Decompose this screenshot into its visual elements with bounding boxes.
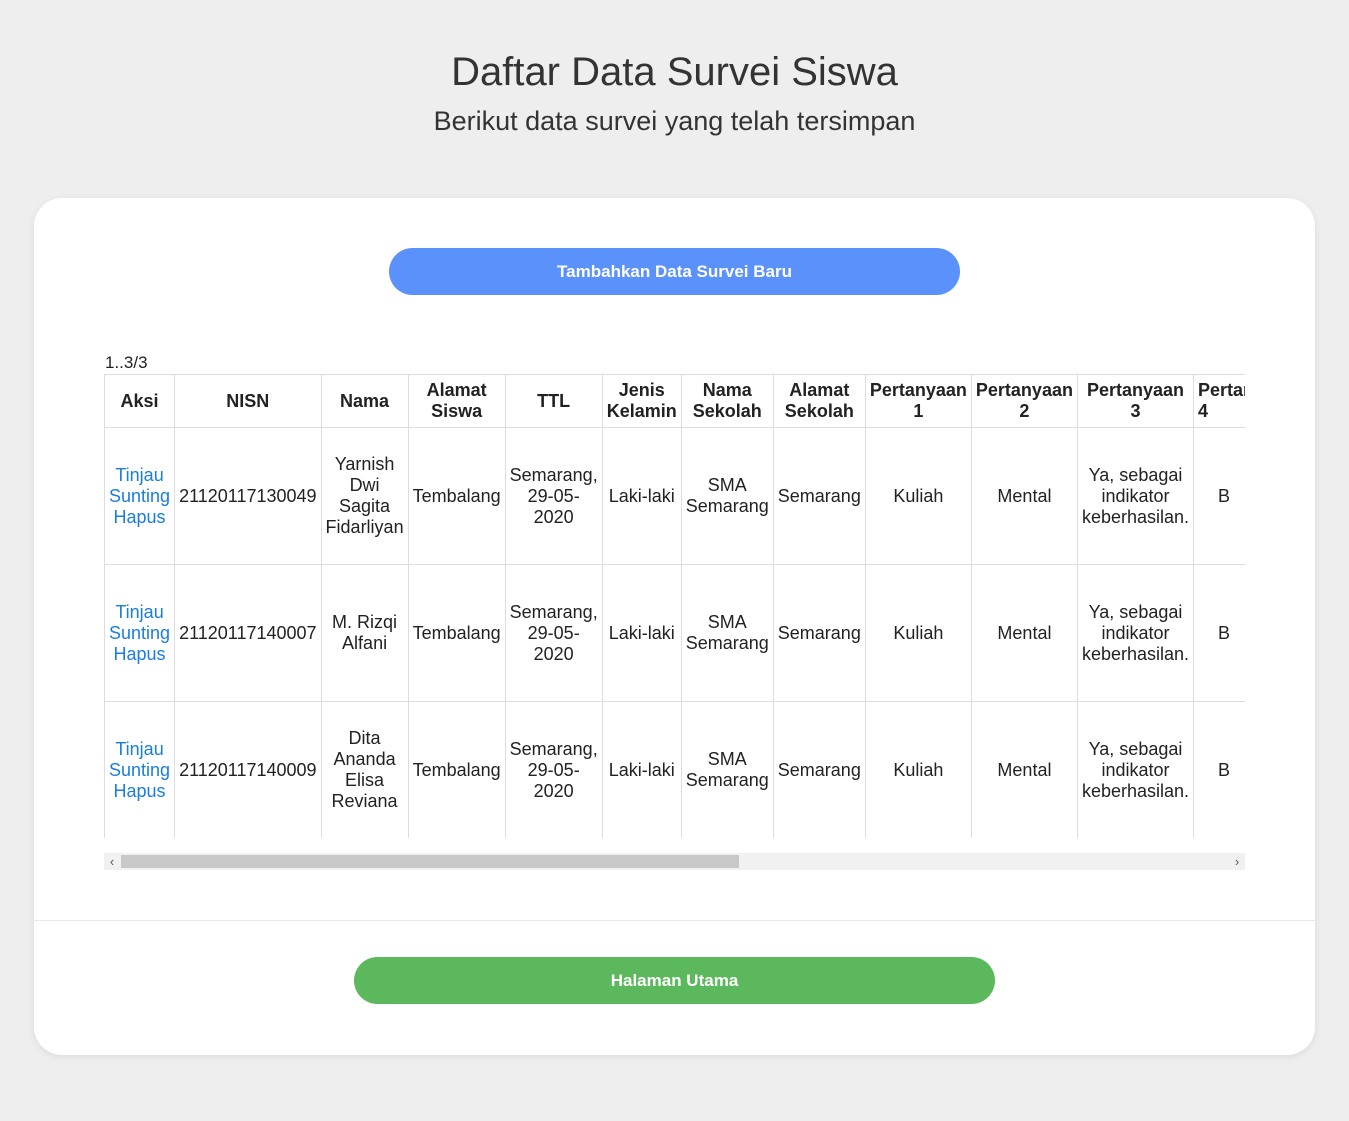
survey-table: Aksi NISN Nama Alamat Siswa TTL Jenis Ke… xyxy=(104,374,1245,838)
add-survey-button[interactable]: Tambahkan Data Survei Baru xyxy=(389,248,960,295)
nama-sekolah-cell: SMA Semarang xyxy=(680,427,774,565)
alamat-siswa-cell: Tembalang xyxy=(407,427,506,565)
column-header-pertanyaan-4: Pertanyaan 4 xyxy=(1193,374,1245,428)
alamat-sekolah-cell: Semarang xyxy=(772,564,866,702)
nisn-cell: 21120117130049 xyxy=(174,427,322,565)
edit-link[interactable]: Sunting xyxy=(109,760,170,781)
jenis-kelamin-cell: Laki-laki xyxy=(601,701,682,838)
delete-link[interactable]: Hapus xyxy=(109,644,170,665)
scrollbar-thumb[interactable] xyxy=(121,855,739,868)
column-header-nama: Nama xyxy=(320,374,409,428)
action-cell: Tinjau Sunting Hapus xyxy=(104,701,176,838)
pertanyaan-4-cell: B xyxy=(1193,427,1245,565)
page-subtitle: Berikut data survei yang telah tersimpan xyxy=(433,106,916,136)
table-row: Tinjau Sunting Hapus 21120117140009 Dita… xyxy=(104,701,1245,838)
table-scroll-container[interactable]: Aksi NISN Nama Alamat Siswa TTL Jenis Ke… xyxy=(104,374,1245,838)
ttl-cell: Semarang, 29-05-2020 xyxy=(504,701,603,838)
table-header-row: Aksi NISN Nama Alamat Siswa TTL Jenis Ke… xyxy=(104,374,1245,428)
pertanyaan-1-cell: Kuliah xyxy=(864,427,972,565)
delete-link[interactable]: Hapus xyxy=(109,781,170,802)
pertanyaan-3-cell: Ya, sebagai indikator keberhasilan. xyxy=(1076,701,1195,838)
edit-link[interactable]: Sunting xyxy=(109,623,170,644)
alamat-sekolah-cell: Semarang xyxy=(772,701,866,838)
pertanyaan-1-cell: Kuliah xyxy=(864,564,972,702)
action-cell: Tinjau Sunting Hapus xyxy=(104,564,176,702)
table-row: Tinjau Sunting Hapus 21120117140007 M. R… xyxy=(104,564,1245,702)
pertanyaan-2-cell: Mental xyxy=(970,701,1078,838)
page-title: Daftar Data Survei Siswa xyxy=(451,50,898,94)
nisn-cell: 21120117140007 xyxy=(174,564,322,702)
jenis-kelamin-cell: Laki-laki xyxy=(601,564,682,702)
pertanyaan-1-cell: Kuliah xyxy=(864,701,972,838)
view-link[interactable]: Tinjau xyxy=(109,739,170,760)
pertanyaan-2-cell: Mental xyxy=(970,427,1078,565)
record-counter: 1..3/3 xyxy=(105,353,148,372)
column-header-pertanyaan-2: Pertanyaan 2 xyxy=(970,374,1078,428)
action-cell: Tinjau Sunting Hapus xyxy=(104,427,176,565)
pertanyaan-3-cell: Ya, sebagai indikator keberhasilan. xyxy=(1076,427,1195,565)
column-header-pertanyaan-3: Pertanyaan 3 xyxy=(1076,374,1195,428)
nisn-cell: 21120117140009 xyxy=(174,701,322,838)
alamat-siswa-cell: Tembalang xyxy=(407,564,506,702)
pertanyaan-2-cell: Mental xyxy=(970,564,1078,702)
chevron-left-icon[interactable]: ‹ xyxy=(104,853,120,870)
pertanyaan-4-cell: B xyxy=(1193,701,1245,838)
nama-cell: M. Rizqi Alfani xyxy=(320,564,409,702)
column-header-pertanyaan-1: Pertanyaan 1 xyxy=(864,374,972,428)
survey-card: Tambahkan Data Survei Baru 1..3/3 Aksi N… xyxy=(34,198,1315,1055)
nama-cell: Yarnish Dwi Sagita Fidarliyan xyxy=(320,427,409,565)
column-header-nisn: NISN xyxy=(174,374,322,428)
column-header-jenis-kelamin: Jenis Kelamin xyxy=(601,374,682,428)
chevron-right-icon[interactable]: › xyxy=(1229,853,1245,870)
nama-cell: Dita Ananda Elisa Reviana xyxy=(320,701,409,838)
column-header-ttl: TTL xyxy=(504,374,603,428)
edit-link[interactable]: Sunting xyxy=(109,486,170,507)
pertanyaan-4-cell: B xyxy=(1193,564,1245,702)
column-header-alamat-siswa: Alamat Siswa xyxy=(407,374,506,428)
alamat-sekolah-cell: Semarang xyxy=(772,427,866,565)
view-link[interactable]: Tinjau xyxy=(109,602,170,623)
column-header-alamat-sekolah: Alamat Sekolah xyxy=(772,374,866,428)
card-divider xyxy=(34,920,1315,921)
ttl-cell: Semarang, 29-05-2020 xyxy=(504,427,603,565)
nama-sekolah-cell: SMA Semarang xyxy=(680,564,774,702)
nama-sekolah-cell: SMA Semarang xyxy=(680,701,774,838)
jenis-kelamin-cell: Laki-laki xyxy=(601,427,682,565)
home-button[interactable]: Halaman Utama xyxy=(354,957,995,1004)
view-link[interactable]: Tinjau xyxy=(109,465,170,486)
delete-link[interactable]: Hapus xyxy=(109,507,170,528)
ttl-cell: Semarang, 29-05-2020 xyxy=(504,564,603,702)
pertanyaan-3-cell: Ya, sebagai indikator keberhasilan. xyxy=(1076,564,1195,702)
table-row: Tinjau Sunting Hapus 21120117130049 Yarn… xyxy=(104,427,1245,565)
horizontal-scrollbar[interactable]: ‹ › xyxy=(104,853,1245,870)
column-header-nama-sekolah: Nama Sekolah xyxy=(680,374,774,428)
column-header-aksi: Aksi xyxy=(104,374,176,428)
alamat-siswa-cell: Tembalang xyxy=(407,701,506,838)
